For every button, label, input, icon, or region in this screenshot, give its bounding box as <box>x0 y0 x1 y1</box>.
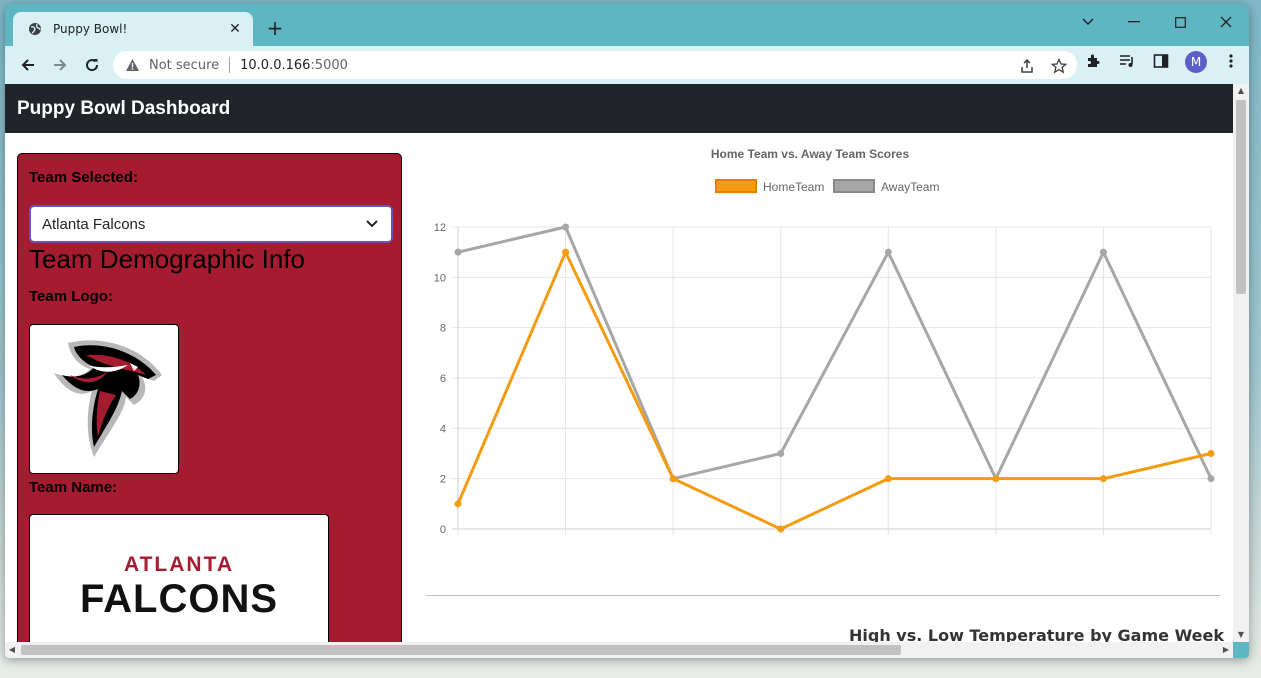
legend-label: AwayTeam <box>881 180 939 194</box>
team-name-wordmark: FALCONS <box>79 577 279 621</box>
y-tick-label: 0 <box>440 524 446 536</box>
chart-ticks: 024681012wk1wk2wk3wk4wk5wk6wk7wk8 <box>434 222 446 536</box>
media-queue-icon[interactable] <box>1117 51 1137 71</box>
url-host: 10.0.0.166 <box>240 57 311 73</box>
navbar-brand[interactable]: Puppy Bowl Dashboard <box>17 98 230 120</box>
tab-title: Puppy Bowl! <box>53 22 128 36</box>
share-icon[interactable] <box>1017 56 1037 76</box>
chevron-down-icon <box>365 217 379 231</box>
data-point-hometeam[interactable] <box>1207 450 1215 457</box>
legend-swatch <box>715 179 757 193</box>
browser-toolbar: Not secure 10.0.0.166:5000 M <box>5 46 1249 84</box>
team-select-value: Atlanta Falcons <box>42 215 146 233</box>
chart-grid <box>452 226 1212 535</box>
data-point-hometeam[interactable] <box>1099 475 1107 483</box>
horizontal-scrollbar[interactable]: ◀ ▶ <box>5 642 1233 658</box>
navbar: Puppy Bowl Dashboard <box>5 84 1233 133</box>
back-icon[interactable] <box>17 54 39 76</box>
series-line-hometeam <box>456 250 1212 531</box>
team-logo <box>29 324 179 474</box>
chart-title: Home Team vs. Away Team Scores <box>711 147 910 161</box>
minimize-icon[interactable] <box>1119 10 1149 34</box>
y-tick-label: 10 <box>434 272 446 284</box>
data-point-hometeam[interactable] <box>992 475 1000 483</box>
tab-search-icon[interactable] <box>1073 10 1103 34</box>
team-name-label: Team Name: <box>29 479 118 496</box>
data-point-hometeam[interactable] <box>884 475 892 483</box>
y-tick-label: 6 <box>440 373 446 385</box>
section-divider <box>426 595 1220 596</box>
scroll-down-icon[interactable]: ▼ <box>1233 628 1249 642</box>
close-window-icon[interactable] <box>1211 10 1241 34</box>
data-point-awayteam[interactable] <box>1207 475 1215 483</box>
horizontal-scroll-thumb[interactable] <box>21 645 901 655</box>
legend-swatch <box>833 179 875 193</box>
new-tab-button[interactable]: + <box>263 16 287 40</box>
chart-legend[interactable]: HomeTeam AwayTeam <box>715 179 939 194</box>
page-viewport: Puppy Bowl Dashboard Team Selected: Atla… <box>5 84 1233 642</box>
temperature-chart-title: High vs. Low Temperature by Game Week <box>849 626 1224 642</box>
falcon-logo-icon <box>54 340 162 457</box>
menu-kebab-icon[interactable] <box>1221 51 1241 71</box>
y-tick-label: 8 <box>440 323 446 335</box>
globe-icon <box>27 21 43 37</box>
data-point-hometeam[interactable] <box>454 500 462 508</box>
data-point-awayteam[interactable] <box>777 450 785 457</box>
scroll-up-icon[interactable]: ▲ <box>1233 84 1249 98</box>
team-selected-label: Team Selected: <box>29 169 138 186</box>
data-point-hometeam[interactable] <box>562 248 570 256</box>
y-tick-label: 12 <box>434 222 446 234</box>
forward-icon[interactable] <box>49 54 71 76</box>
close-tab-icon[interactable]: ✕ <box>225 21 245 37</box>
scroll-right-icon[interactable]: ▶ <box>1219 642 1233 658</box>
y-tick-label: 2 <box>440 474 446 486</box>
address-bar[interactable]: Not secure 10.0.0.166:5000 <box>113 51 1077 79</box>
demographic-heading: Team Demographic Info <box>29 244 306 274</box>
warning-icon[interactable] <box>125 57 141 73</box>
scroll-left-icon[interactable]: ◀ <box>5 642 19 658</box>
team-logo-label: Team Logo: <box>29 288 113 305</box>
y-tick-label: 4 <box>440 423 446 435</box>
team-select[interactable]: Atlanta Falcons <box>29 205 393 243</box>
toolbar-actions: M <box>1083 51 1241 73</box>
legend-label: HomeTeam <box>763 180 824 194</box>
team-panel: Team Selected: Atlanta Falcons Team Demo… <box>17 153 402 642</box>
scores-line-chart: Home Team vs. Away Team Scores HomeTeam A… <box>434 147 1215 536</box>
extensions-icon[interactable] <box>1083 51 1103 71</box>
reload-icon[interactable] <box>81 54 103 76</box>
data-point-awayteam[interactable] <box>1099 248 1107 256</box>
profile-avatar[interactable]: M <box>1185 51 1207 73</box>
browser-tab[interactable]: Puppy Bowl! ✕ <box>13 12 253 46</box>
security-label: Not secure <box>149 57 220 73</box>
data-point-hometeam[interactable] <box>669 475 677 483</box>
data-point-awayteam[interactable] <box>562 223 570 231</box>
team-name-city: ATLANTA <box>123 553 235 576</box>
team-name-image: ATLANTA FALCONS <box>29 514 329 642</box>
bookmark-star-icon[interactable] <box>1049 56 1069 76</box>
data-point-hometeam[interactable] <box>777 525 785 533</box>
url-port: :5000 <box>310 57 348 73</box>
browser-window: Puppy Bowl! ✕ + Not secure 10.0.0.166:50… <box>5 4 1249 658</box>
maximize-icon[interactable] <box>1165 10 1195 34</box>
vertical-scroll-thumb[interactable] <box>1236 100 1246 294</box>
data-point-awayteam[interactable] <box>884 248 892 256</box>
side-panel-icon[interactable] <box>1151 51 1171 71</box>
url-text: 10.0.0.166:5000 <box>240 58 348 73</box>
data-point-awayteam[interactable] <box>454 248 462 256</box>
vertical-scrollbar[interactable]: ▲ ▼ <box>1233 84 1249 642</box>
omnibox-separator <box>229 57 231 73</box>
tab-strip: Puppy Bowl! ✕ + <box>5 4 1249 46</box>
